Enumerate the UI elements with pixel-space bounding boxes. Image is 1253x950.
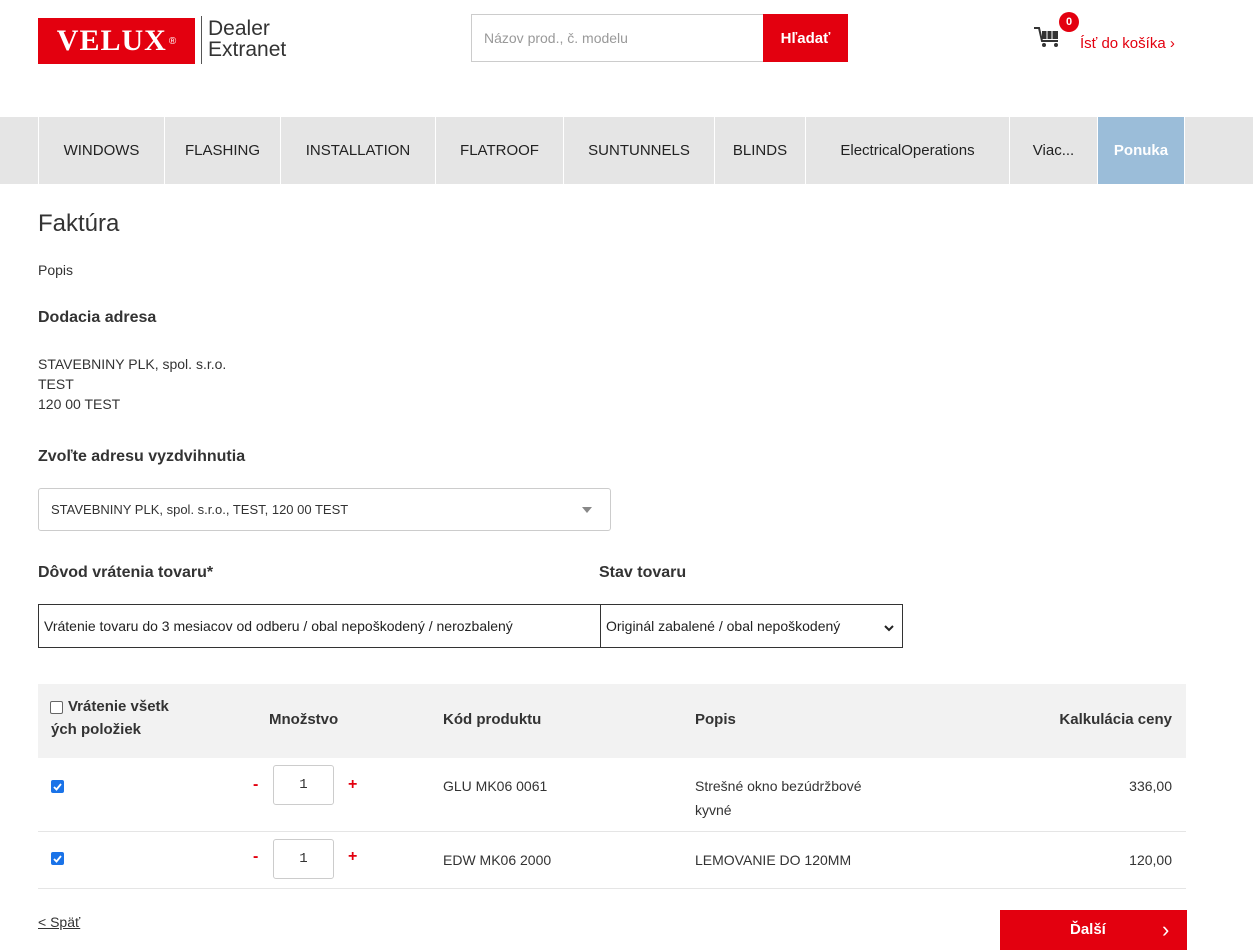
back-link[interactable]: < Späť [38, 914, 80, 930]
nav-spacer [1184, 117, 1253, 184]
nav-item-blinds[interactable]: BLINDS [714, 117, 805, 184]
quantity-decrease-button[interactable]: - [253, 848, 258, 866]
return-reason-value: Vrátenie tovaru do 3 mesiacov od odberu … [44, 618, 513, 634]
select-all-label-line2: ých položiek [51, 721, 142, 738]
table-row: - 1 + GLU MK06 0061 Strešné okno bezúdrž… [38, 758, 1186, 832]
goods-state-heading: Stav tovaru [599, 564, 687, 581]
chevron-down-icon [582, 507, 592, 513]
nav-item-suntunnels[interactable]: SUNTUNNELS [563, 117, 714, 184]
return-reason-select[interactable]: Vrátenie tovaru do 3 mesiacov od odberu … [38, 604, 601, 648]
logo-divider [201, 16, 202, 64]
description-header: Popis [695, 711, 736, 728]
product-code: GLU MK06 0061 [443, 778, 548, 794]
product-description-line2: kyvné [695, 802, 732, 818]
logo-subtitle-line2: Extranet [208, 38, 287, 61]
nav-item-ponuka[interactable]: Ponuka [1097, 117, 1184, 184]
product-code-header: Kód produktu [443, 711, 542, 728]
address-line-street: TEST [38, 376, 74, 392]
nav-item-electrical-operations[interactable]: ElectricalOperations [805, 117, 1009, 184]
logo-text: VELUX [56, 24, 167, 57]
chevron-right-icon: › [1162, 917, 1170, 942]
goods-state-value: Originál zabalené / obal nepoškodený [606, 618, 841, 634]
search-button[interactable]: Hľadať [763, 14, 848, 62]
product-price: 120,00 [1129, 852, 1172, 868]
main-nav: WINDOWS FLASHING INSTALLATION FLATROOF S… [0, 117, 1253, 184]
nav-item-installation[interactable]: INSTALLATION [280, 117, 435, 184]
cart-icon[interactable] [1033, 26, 1063, 51]
cart-count-badge: 0 [1059, 12, 1079, 32]
nav-item-windows[interactable]: WINDOWS [38, 117, 164, 184]
price-header: Kalkulácia ceny [1059, 711, 1172, 728]
row-checkbox[interactable] [51, 852, 64, 865]
description-text: Popis [38, 262, 74, 278]
search-input[interactable] [471, 14, 764, 62]
quantity-increase-button[interactable]: + [348, 776, 357, 794]
row-checkbox[interactable] [51, 780, 64, 793]
goods-state-select[interactable]: Originál zabalené / obal nepoškodený [600, 604, 903, 648]
nav-item-more[interactable]: Viac... [1009, 117, 1097, 184]
cart[interactable]: 0 Ísť do košíka › [1033, 12, 1193, 52]
velux-logo[interactable]: VELUX ® [38, 18, 195, 64]
go-to-cart-link[interactable]: Ísť do košíka › [1080, 35, 1175, 52]
delivery-address-heading: Dodacia adresa [38, 309, 157, 326]
registered-mark-icon: ® [168, 35, 177, 47]
pickup-address-heading: Zvoľte adresu vyzdvihnutia [38, 448, 246, 465]
chevron-down-icon [884, 621, 894, 635]
select-all-checkbox[interactable] [50, 701, 63, 714]
logo-subtitle: Dealer Extranet [208, 18, 286, 60]
product-description: LEMOVANIE DO 120MM [695, 852, 852, 868]
nav-item-flashing[interactable]: FLASHING [164, 117, 280, 184]
pickup-address-select[interactable]: STAVEBNINY PLK, spol. s.r.o., TEST, 120 … [38, 488, 611, 531]
next-button[interactable]: Ďalší › [1000, 910, 1187, 950]
quantity-decrease-button[interactable]: - [253, 776, 258, 794]
logo-subtitle-line1: Dealer [208, 17, 270, 40]
address-line-company: STAVEBNINY PLK, spol. s.r.o. [38, 356, 227, 372]
pickup-address-value: STAVEBNINY PLK, spol. s.r.o., TEST, 120 … [51, 502, 349, 517]
address-line-city: 120 00 TEST [38, 396, 121, 412]
quantity-increase-button[interactable]: + [348, 848, 357, 866]
quantity-input[interactable]: 1 [273, 765, 334, 805]
quantity-input[interactable]: 1 [273, 839, 334, 879]
return-reason-heading: Dôvod vrátenia tovaru* [38, 564, 214, 581]
page-title: Faktúra [38, 210, 120, 237]
next-button-label: Ďalší [1070, 921, 1106, 938]
product-price: 336,00 [1129, 778, 1172, 794]
nav-item-flatroof[interactable]: FLATROOF [435, 117, 563, 184]
select-all-label-line1: Vrátenie všetk [68, 698, 169, 715]
product-code: EDW MK06 2000 [443, 852, 552, 868]
product-description-line1: Strešné okno bezúdržbové [695, 778, 862, 794]
quantity-header: Množstvo [269, 711, 339, 728]
table-row: - 1 + EDW MK06 2000 LEMOVANIE DO 120MM 1… [38, 832, 1186, 889]
table-header: Vrátenie všetk ých položiek Množstvo Kód… [38, 684, 1186, 758]
delivery-address: STAVEBNINY PLK, spol. s.r.o. TEST 120 00… [38, 354, 226, 414]
